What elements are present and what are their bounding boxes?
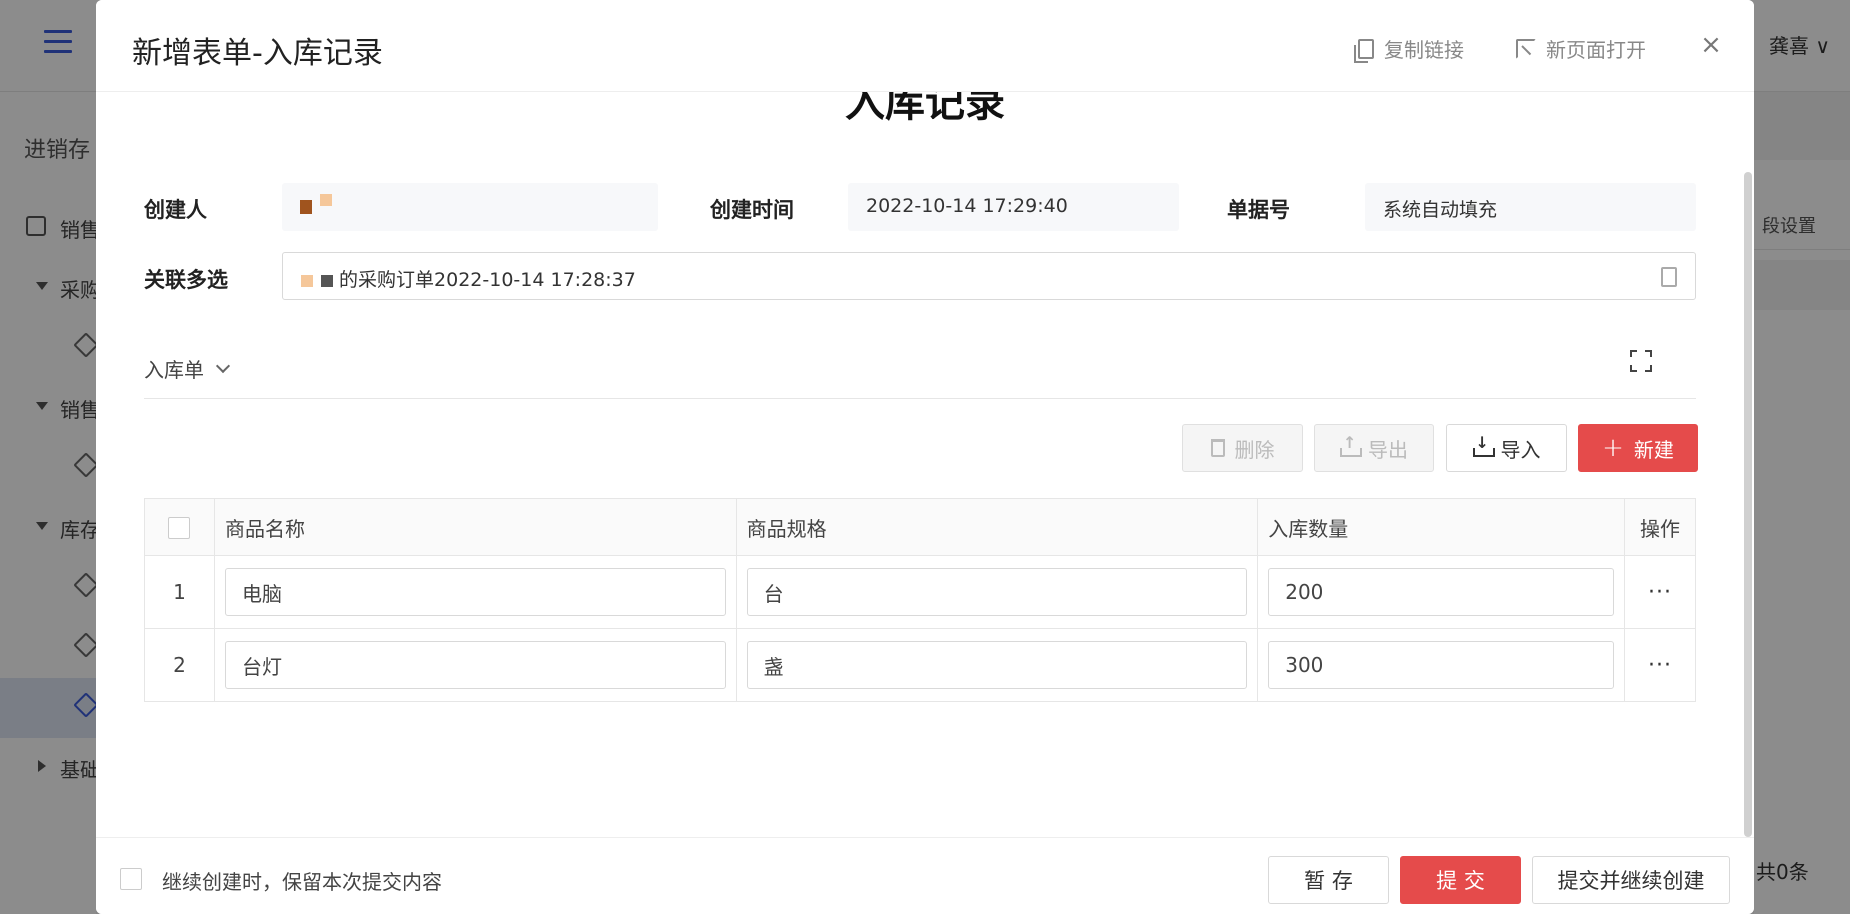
qty-cell bbox=[1257, 555, 1625, 629]
copy-icon bbox=[1354, 38, 1374, 63]
export-button[interactable]: 导出 bbox=[1314, 424, 1434, 472]
download-icon bbox=[1472, 433, 1495, 457]
delete-button[interactable]: 删除 bbox=[1182, 424, 1303, 472]
creator-field bbox=[282, 183, 658, 231]
submit-continue-button[interactable]: 提交并继续创建 bbox=[1532, 856, 1730, 904]
column-header: 商品名称 bbox=[213, 498, 737, 556]
upload-icon bbox=[1340, 433, 1362, 457]
product-name-input[interactable] bbox=[224, 568, 726, 616]
more-icon[interactable]: ··· bbox=[1648, 580, 1672, 605]
action-cell: ··· bbox=[1624, 628, 1696, 702]
copy-link-label: 复制链接 bbox=[1384, 38, 1464, 62]
create-form-modal: 新增表单-入库记录 复制链接 新页面打开 × 入库记录 创建人 创建时间 202… bbox=[96, 0, 1754, 914]
product-spec-input[interactable] bbox=[746, 641, 1248, 689]
modal-header: 新增表单-入库记录 复制链接 新页面打开 × bbox=[96, 0, 1754, 92]
row-index: 1 bbox=[144, 555, 215, 629]
open-new-page-button[interactable]: 新页面打开 bbox=[1516, 34, 1646, 63]
name-cell bbox=[213, 555, 737, 629]
name-cell bbox=[213, 628, 737, 702]
delete-label: 删除 bbox=[1234, 437, 1275, 462]
section-toggle[interactable]: 入库单 bbox=[144, 354, 231, 383]
modal-body: 入库记录 创建人 创建时间 2022-10-14 17:29:40 单据号 系统… bbox=[96, 92, 1754, 837]
avatar bbox=[300, 199, 312, 214]
external-link-icon bbox=[1516, 38, 1536, 59]
keep-content-checkbox[interactable] bbox=[120, 868, 142, 890]
product-name-input[interactable] bbox=[224, 641, 726, 689]
table-header-row: 商品名称 商品规格 入库数量 操作 bbox=[144, 498, 1696, 556]
submit-button[interactable]: 提 交 bbox=[1400, 856, 1521, 904]
related-value: 的采购订单2022-10-14 17:28:37 bbox=[339, 269, 636, 291]
divider bbox=[144, 398, 1696, 399]
form-title: 入库记录 bbox=[845, 92, 1005, 126]
table-row: 1 ··· bbox=[144, 555, 1696, 629]
close-icon[interactable]: × bbox=[1696, 30, 1726, 60]
chevron-down-icon bbox=[215, 358, 231, 373]
related-multiselect[interactable]: 的采购订单2022-10-14 17:28:37 bbox=[282, 252, 1696, 300]
stock-in-table: 商品名称 商品规格 入库数量 操作 1 ··· 2 bbox=[144, 498, 1696, 702]
trash-icon bbox=[1210, 439, 1225, 457]
product-spec-input[interactable] bbox=[746, 568, 1248, 616]
column-header: 操作 bbox=[1624, 498, 1696, 556]
select-all-checkbox[interactable] bbox=[168, 517, 191, 540]
open-new-page-label: 新页面打开 bbox=[1546, 38, 1646, 62]
import-button[interactable]: 导入 bbox=[1446, 424, 1567, 472]
plus-icon: + bbox=[1602, 433, 1624, 463]
document-icon[interactable] bbox=[1661, 267, 1677, 287]
create-time-field: 2022-10-14 17:29:40 bbox=[848, 183, 1179, 231]
avatar bbox=[320, 193, 332, 206]
avatar bbox=[321, 274, 333, 287]
fullscreen-icon[interactable] bbox=[1630, 350, 1652, 372]
create-button[interactable]: + 新建 bbox=[1578, 424, 1698, 472]
import-label: 导入 bbox=[1500, 437, 1541, 462]
section-title: 入库单 bbox=[144, 358, 204, 382]
quantity-input[interactable] bbox=[1268, 641, 1614, 689]
keep-content-label: 继续创建时，保留本次提交内容 bbox=[162, 870, 442, 894]
select-all-cell bbox=[144, 498, 215, 556]
more-icon[interactable]: ··· bbox=[1648, 653, 1672, 678]
create-time-label: 创建时间 bbox=[710, 198, 794, 222]
spec-cell bbox=[735, 628, 1259, 702]
doc-no-label: 单据号 bbox=[1227, 198, 1290, 222]
doc-no-field: 系统自动填充 bbox=[1365, 183, 1696, 231]
create-label: 新建 bbox=[1633, 437, 1674, 462]
quantity-input[interactable] bbox=[1268, 568, 1614, 616]
column-header: 入库数量 bbox=[1257, 498, 1625, 556]
action-cell: ··· bbox=[1624, 555, 1696, 629]
row-index: 2 bbox=[144, 628, 215, 702]
column-header: 商品规格 bbox=[735, 498, 1259, 556]
spec-cell bbox=[735, 555, 1259, 629]
avatar bbox=[301, 274, 313, 287]
export-label: 导出 bbox=[1368, 437, 1408, 462]
save-draft-button[interactable]: 暂 存 bbox=[1268, 856, 1389, 904]
qty-cell bbox=[1257, 628, 1625, 702]
table-row: 2 ··· bbox=[144, 628, 1696, 702]
creator-label: 创建人 bbox=[144, 198, 207, 222]
copy-link-button[interactable]: 复制链接 bbox=[1354, 34, 1464, 63]
scrollbar[interactable] bbox=[1744, 172, 1752, 837]
modal-title: 新增表单-入库记录 bbox=[132, 36, 383, 71]
related-label: 关联多选 bbox=[144, 268, 228, 292]
modal-footer: 继续创建时，保留本次提交内容 暂 存 提 交 提交并继续创建 bbox=[96, 837, 1754, 914]
